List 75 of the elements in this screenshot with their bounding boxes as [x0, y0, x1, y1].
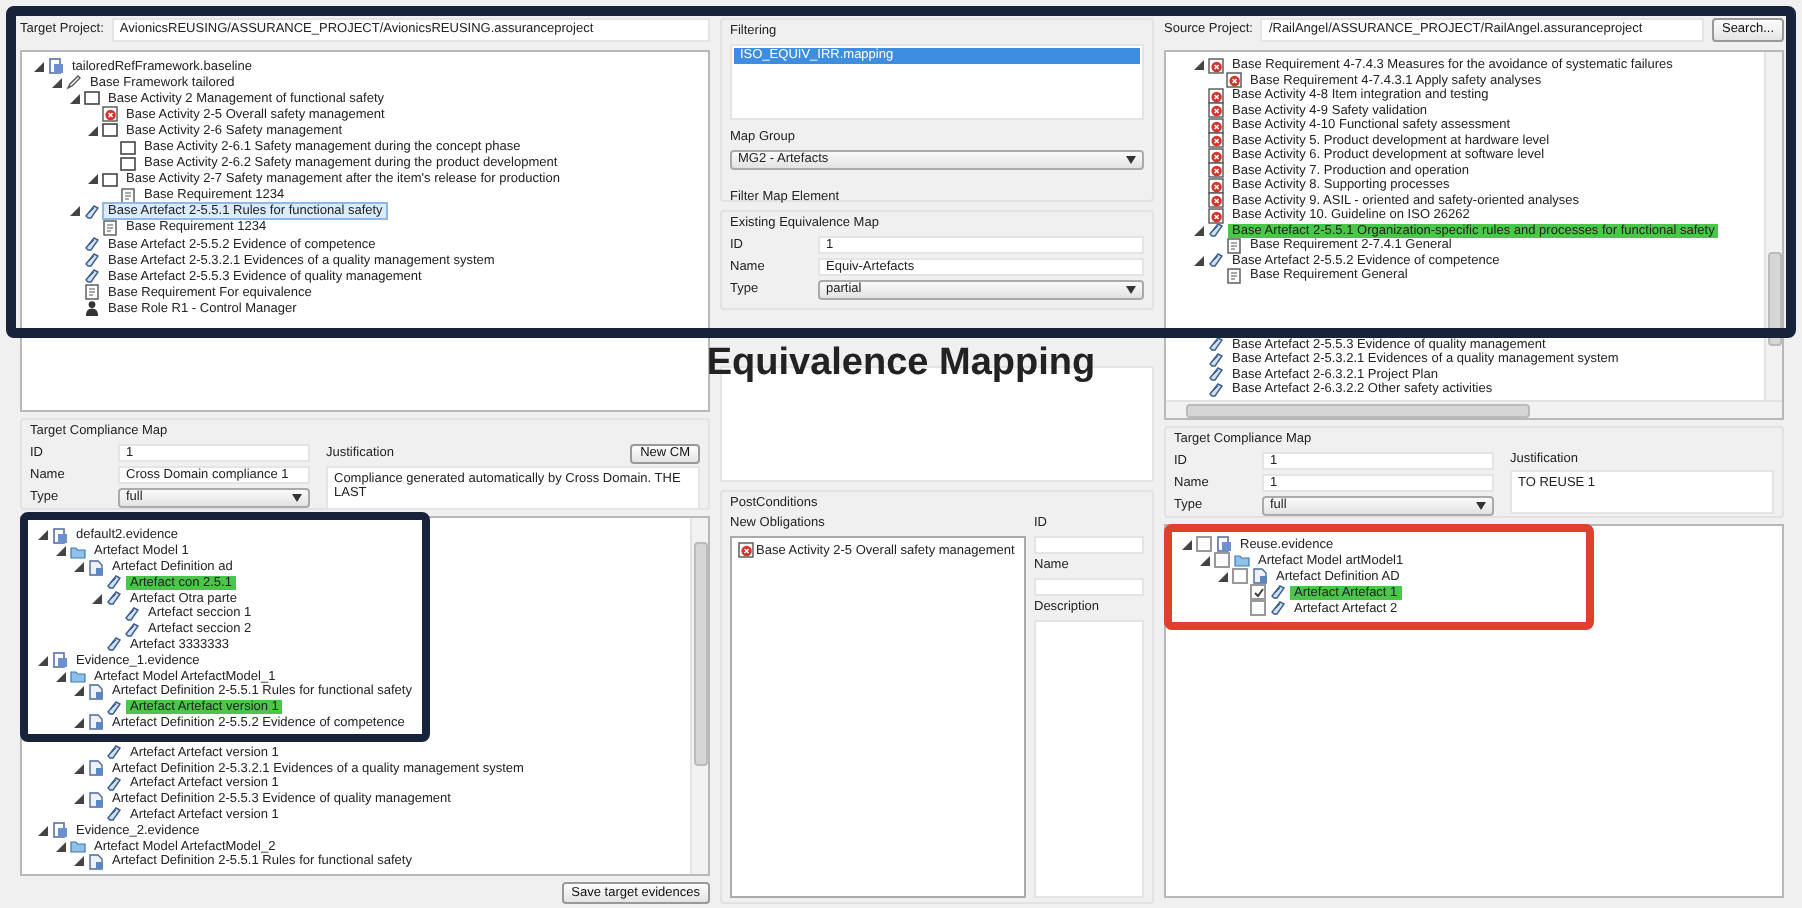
folder-icon	[1234, 552, 1250, 568]
expand-arrow-icon[interactable]	[74, 763, 84, 774]
error-box-icon	[102, 106, 118, 123]
pencil-icon	[66, 74, 82, 91]
folder-icon	[70, 668, 86, 685]
document-icon	[102, 219, 118, 236]
document-stack-icon	[52, 652, 68, 669]
page-icon	[88, 760, 104, 777]
expand-arrow-icon[interactable]	[70, 93, 80, 104]
expand-arrow-icon[interactable]	[56, 671, 66, 682]
expand-arrow-icon[interactable]	[1200, 555, 1210, 565]
checkbox[interactable]	[1232, 568, 1248, 584]
box-icon	[84, 90, 100, 107]
page-icon	[88, 853, 104, 870]
error-box-icon	[738, 542, 754, 558]
document-stack-icon	[52, 527, 68, 544]
expand-arrow-icon[interactable]	[56, 841, 66, 852]
dropdown-caret-icon	[1126, 286, 1136, 294]
expand-arrow-icon[interactable]	[74, 717, 84, 728]
page-icon	[88, 683, 104, 700]
scroll-icon	[106, 806, 122, 823]
expand-arrow-icon[interactable]	[74, 686, 84, 697]
checkbox[interactable]	[1250, 584, 1266, 600]
scrollbar[interactable]	[690, 518, 708, 874]
expand-arrow-icon[interactable]	[70, 206, 80, 217]
expand-arrow-icon[interactable]	[1194, 225, 1204, 236]
person-icon	[84, 300, 100, 317]
document-stack-icon	[48, 58, 64, 75]
expand-arrow-icon[interactable]	[1194, 60, 1204, 71]
dropdown-caret-icon	[292, 494, 302, 502]
document-icon	[1226, 267, 1242, 284]
description-field[interactable]	[1034, 620, 1144, 898]
expand-arrow-icon[interactable]	[1194, 255, 1204, 266]
scroll-icon	[1208, 252, 1224, 269]
id-field[interactable]	[1034, 536, 1144, 554]
folder-icon	[70, 838, 86, 855]
dropdown-caret-icon	[1126, 156, 1136, 164]
page-icon	[88, 791, 104, 808]
expand-arrow-icon[interactable]	[56, 546, 66, 557]
expand-arrow-icon[interactable]	[38, 530, 48, 541]
expand-arrow-icon[interactable]	[88, 125, 98, 136]
scroll-icon	[106, 744, 122, 761]
name-field[interactable]	[1034, 578, 1144, 596]
checkbox[interactable]	[1214, 552, 1230, 568]
expand-arrow-icon[interactable]	[52, 77, 62, 88]
folder-icon	[70, 543, 86, 560]
scroll-icon	[106, 775, 122, 792]
dropdown-caret-icon	[1476, 502, 1486, 510]
document-icon	[120, 187, 136, 204]
expand-arrow-icon[interactable]	[88, 174, 98, 185]
scroll-icon	[84, 203, 100, 220]
page-icon	[1252, 568, 1268, 584]
expand-arrow-icon[interactable]	[38, 825, 48, 836]
expand-arrow-icon[interactable]	[1218, 571, 1228, 581]
page-icon	[88, 714, 104, 731]
scrollbar[interactable]	[1764, 52, 1782, 400]
scroll-icon	[106, 699, 122, 716]
expand-arrow-icon[interactable]	[38, 655, 48, 666]
check-icon	[1253, 587, 1263, 597]
expand-arrow-icon[interactable]	[74, 856, 84, 867]
document-icon	[1226, 237, 1242, 254]
page-icon	[88, 559, 104, 575]
expand-arrow-icon[interactable]	[74, 794, 84, 805]
expand-arrow-icon[interactable]	[74, 561, 84, 572]
page-title: Equivalence Mapping	[706, 342, 1096, 384]
scroll-icon	[1208, 222, 1224, 239]
checkbox[interactable]	[1196, 536, 1212, 552]
expand-arrow-icon[interactable]	[1182, 539, 1192, 549]
horizontal-scrollbar[interactable]	[1166, 400, 1782, 418]
checkbox[interactable]	[1250, 600, 1266, 616]
document-icon	[84, 284, 100, 301]
document-stack-icon	[1216, 536, 1232, 552]
expand-arrow-icon[interactable]	[92, 593, 102, 604]
expand-arrow-icon[interactable]	[34, 61, 44, 72]
document-stack-icon	[52, 822, 68, 839]
